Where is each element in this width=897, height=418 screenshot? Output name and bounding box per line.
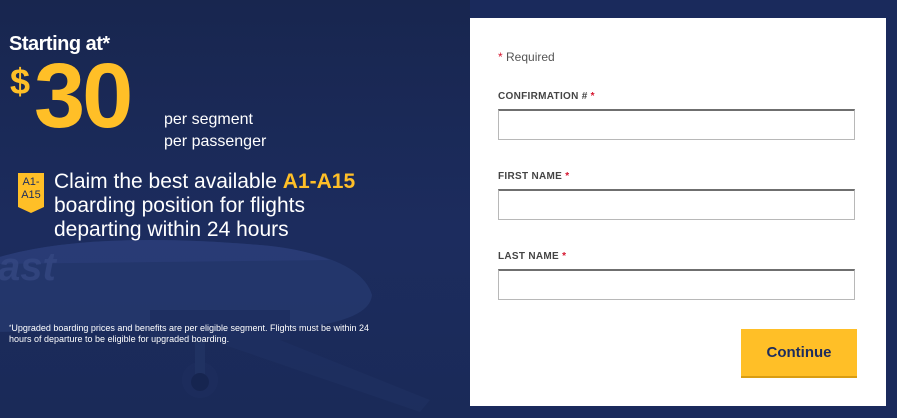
- required-note: * Required: [498, 50, 555, 64]
- confirmation-number-label-text: CONFIRMATION #: [498, 91, 591, 102]
- required-star: *: [562, 251, 567, 262]
- per-segment-label: per segment: [164, 111, 253, 128]
- footnote: *Upgraded boarding prices and benefits a…: [9, 323, 379, 345]
- claim-line-3: departing within 24 hours: [54, 218, 289, 241]
- required-star: *: [590, 91, 595, 102]
- currency-symbol: $: [10, 61, 31, 102]
- first-name-input[interactable]: [498, 189, 855, 220]
- lookup-form: * Required CONFIRMATION # * FIRST NAME *…: [470, 18, 886, 406]
- claim-text: Claim the best available A1-A15 boarding…: [54, 170, 454, 242]
- confirmation-number-label: CONFIRMATION # *: [498, 91, 595, 102]
- required-star: *: [565, 171, 570, 182]
- confirmation-number-input[interactable]: [498, 109, 855, 140]
- badge-line-2: A15: [21, 189, 41, 201]
- required-note-text: Required: [502, 50, 555, 64]
- badge-line-1: A1-: [22, 176, 40, 188]
- continue-button[interactable]: Continue: [741, 329, 857, 378]
- first-name-label: FIRST NAME *: [498, 171, 569, 182]
- claim-text-start: Claim the best available: [54, 170, 283, 193]
- claim-line-2: boarding position for flights: [54, 194, 305, 217]
- promo-panel: ast Starting at* $ 30 per segment per pa…: [0, 0, 470, 418]
- price-amount: 30: [34, 45, 133, 147]
- badge-label: A1- A15: [18, 176, 44, 202]
- claim-line-1: Claim the best available A1-A15: [54, 170, 454, 194]
- first-name-label-text: FIRST NAME: [498, 171, 566, 182]
- per-passenger-label: per passenger: [164, 133, 267, 150]
- last-name-label: LAST NAME *: [498, 251, 566, 262]
- svg-text:ast: ast: [0, 245, 57, 289]
- last-name-input[interactable]: [498, 269, 855, 300]
- claim-highlight: A1-A15: [282, 170, 356, 193]
- footnote-text: Upgraded boarding prices and benefits ar…: [9, 323, 370, 344]
- last-name-label-text: LAST NAME: [498, 251, 563, 262]
